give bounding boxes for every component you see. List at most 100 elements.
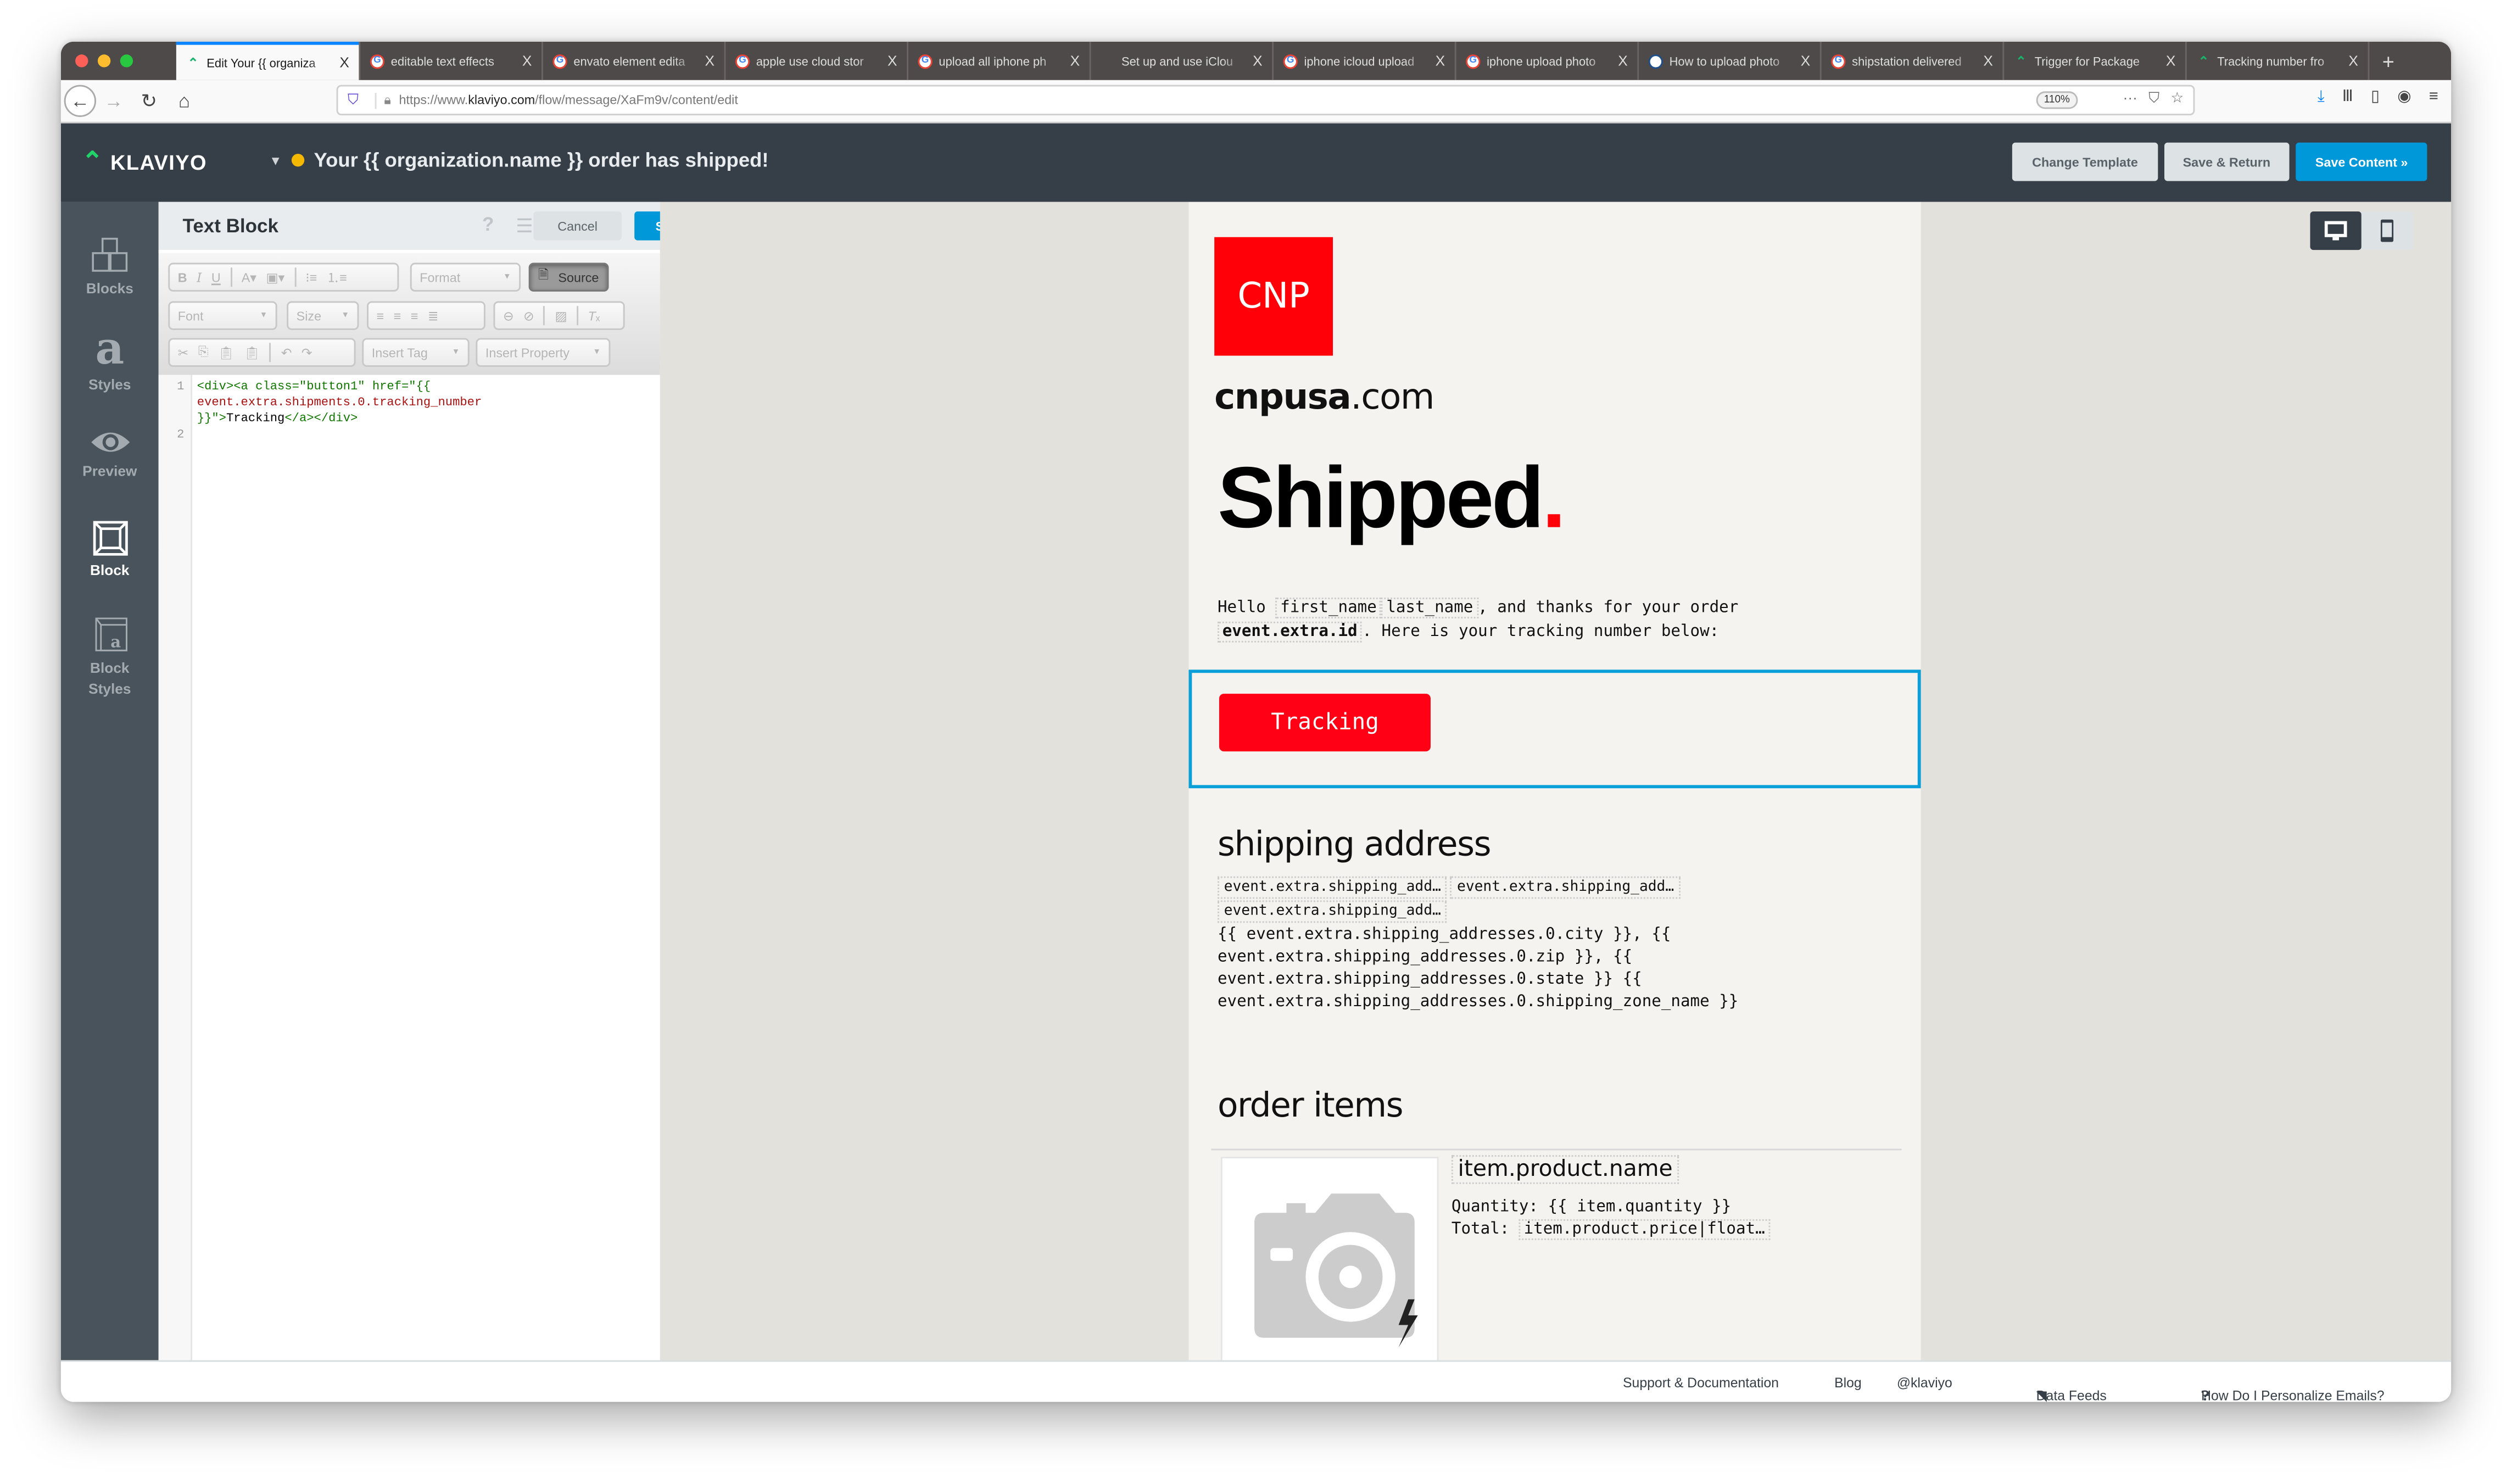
close-tab-icon[interactable]: X xyxy=(887,53,897,69)
copy-button[interactable]: ⎘ xyxy=(198,344,209,360)
new-tab-button[interactable]: + xyxy=(2368,41,2407,80)
mobile-view-button[interactable] xyxy=(2361,211,2413,250)
close-tab-icon[interactable]: X xyxy=(1801,53,1811,69)
italic-button[interactable]: I xyxy=(197,270,202,284)
page-actions-icon[interactable]: ··· xyxy=(2123,90,2137,107)
bulleted-list-button[interactable]: ⁝≡ xyxy=(305,270,317,284)
align-center-button[interactable]: ≡ xyxy=(394,309,401,323)
bookmark-star-icon[interactable]: ☆ xyxy=(2170,90,2184,107)
browser-tab[interactable]: Genvato element edita X xyxy=(541,41,724,80)
lock-icon[interactable]: 🔒︎ xyxy=(374,92,391,108)
size-dropdown[interactable]: Size ▼ xyxy=(287,301,359,330)
browser-tab[interactable]: Gupload all iphone ph X xyxy=(907,41,1090,80)
bold-button[interactable]: B xyxy=(178,270,187,284)
unlink-button[interactable]: ⊘ xyxy=(523,309,534,323)
shipping-address-heading[interactable]: shipping address xyxy=(1218,825,1492,863)
item-details[interactable]: Quantity: {{ item.quantity }} Total: ite… xyxy=(1452,1197,1770,1242)
change-template-button[interactable]: Change Template xyxy=(2013,142,2157,181)
close-tab-icon[interactable]: X xyxy=(1436,53,1445,69)
format-dropdown[interactable]: Format ▼ xyxy=(410,263,521,292)
align-left-button[interactable]: ≡ xyxy=(377,309,384,323)
cnp-logo[interactable]: CNP xyxy=(1214,237,1333,356)
blog-link[interactable]: Blog xyxy=(1834,1375,1862,1391)
forward-button[interactable]: → xyxy=(96,90,131,112)
browser-tab[interactable]: ⌃ Trigger for Package X xyxy=(2002,41,2185,80)
close-tab-icon[interactable]: X xyxy=(339,54,349,70)
redo-button[interactable]: ↷ xyxy=(302,345,312,360)
browser-tab[interactable]: Geditable text effects X xyxy=(359,41,542,80)
browser-tab[interactable]: How to upload photo X xyxy=(1637,41,1820,80)
tracking-shield-icon[interactable]: ⛉ xyxy=(348,91,359,109)
background-color-button[interactable]: ▣▾ xyxy=(266,270,285,284)
close-tab-icon[interactable]: X xyxy=(2348,53,2358,69)
shipping-address-block[interactable]: event.extra.shipping_add… event.extra.shi… xyxy=(1217,876,1906,1014)
address-bar[interactable]: ⛉ 🔒︎ https://www. klaviyo.com/flow/messag… xyxy=(336,85,2195,116)
intro-text[interactable]: Hello first_name last_name, and thanks fo… xyxy=(1217,596,1858,644)
insert-tag-dropdown[interactable]: Insert Tag ▼ xyxy=(362,338,470,367)
cancel-button[interactable]: Cancel xyxy=(533,211,622,241)
selected-text-block[interactable]: Tracking xyxy=(1188,670,1921,789)
caret-down-icon[interactable]: ▼ xyxy=(269,153,282,168)
panel-menu-icon[interactable]: ☰ xyxy=(516,215,533,237)
rail-item-block[interactable]: Block xyxy=(61,519,159,578)
close-tab-icon[interactable]: X xyxy=(1070,53,1080,69)
source-code-editor[interactable]: 1 2 <div><a class="button1" href="{{ eve… xyxy=(158,375,660,1362)
menu-icon[interactable]: ≡ xyxy=(2429,88,2438,105)
site-name[interactable]: cnpusa.com xyxy=(1214,378,1434,418)
paste-button[interactable]: 📋︎ xyxy=(218,345,235,360)
close-tab-icon[interactable]: X xyxy=(1983,53,1993,69)
message-title[interactable]: ▼ Your {{ organization.name }} order has… xyxy=(269,149,768,171)
product-name-variable[interactable]: item.product.name xyxy=(1451,1155,1679,1184)
order-items-heading[interactable]: order items xyxy=(1218,1086,1404,1125)
zoom-level[interactable]: 110% xyxy=(2036,91,2078,109)
reload-button[interactable]: ↻ xyxy=(131,90,166,112)
remove-format-button[interactable]: Tₓ xyxy=(588,309,600,323)
undo-button[interactable]: ↶ xyxy=(281,345,292,360)
align-right-button[interactable]: ≡ xyxy=(411,309,418,323)
support-link[interactable]: Support & Documentation xyxy=(1623,1375,1779,1391)
product-image-placeholder[interactable] xyxy=(1220,1157,1439,1362)
close-tab-icon[interactable]: X xyxy=(1618,53,1628,69)
tracking-button[interactable]: Tracking xyxy=(1219,694,1431,752)
save-content-button[interactable]: Save Content » xyxy=(2296,142,2427,181)
library-icon[interactable]: Ⅲ xyxy=(2342,88,2353,105)
browser-tab[interactable]: Gshipstation delivered X xyxy=(1819,41,2003,80)
text-color-button[interactable]: A▾ xyxy=(242,270,256,284)
cut-button[interactable]: ✂ xyxy=(178,345,189,360)
source-button[interactable]: 🗎︎ Source xyxy=(528,263,609,292)
sidebar-icon[interactable]: ▯ xyxy=(2371,88,2380,105)
image-button[interactable]: ▨ xyxy=(555,309,567,323)
rail-item-blocks[interactable]: Blocks xyxy=(61,237,159,297)
help-icon[interactable]: ? xyxy=(482,213,494,236)
rail-item-preview[interactable]: Preview xyxy=(61,426,159,479)
desktop-view-button[interactable] xyxy=(2310,211,2362,250)
maximize-window-button[interactable] xyxy=(120,54,133,68)
close-tab-icon[interactable]: X xyxy=(1253,53,1263,69)
minimize-window-button[interactable] xyxy=(97,54,111,68)
numbered-list-button[interactable]: ⒈≡ xyxy=(327,269,347,286)
close-tab-icon[interactable]: X xyxy=(2166,53,2176,69)
twitter-link[interactable]: @klaviyo xyxy=(1897,1375,1952,1391)
browser-tab[interactable]: Giphone upload photo X xyxy=(1454,41,1638,80)
browser-tab[interactable]: ⌃ Edit Your {{ organiza X xyxy=(176,41,359,80)
headline[interactable]: Shipped. xyxy=(1218,449,1566,548)
link-button[interactable]: ⊖ xyxy=(503,309,514,323)
close-window-button[interactable] xyxy=(75,54,88,68)
download-icon[interactable]: ⤓ xyxy=(2318,88,2325,105)
rail-item-block-styles[interactable]: a Block Styles xyxy=(61,615,159,700)
underline-button[interactable]: U xyxy=(211,270,221,284)
back-button[interactable]: ← xyxy=(64,85,97,117)
browser-tab[interactable]: Gapple use cloud stor X xyxy=(724,41,907,80)
browser-tab[interactable]: ⌃ Tracking number fro X xyxy=(2185,41,2368,80)
home-button[interactable]: ⌂ xyxy=(166,90,202,112)
close-tab-icon[interactable]: X xyxy=(705,53,714,69)
browser-tab[interactable]: Set up and use iClou X xyxy=(1089,41,1272,80)
close-tab-icon[interactable]: X xyxy=(522,53,532,69)
pocket-icon[interactable]: ⛉ xyxy=(2148,90,2159,107)
font-dropdown[interactable]: Font ▼ xyxy=(168,301,277,330)
insert-property-dropdown[interactable]: Insert Property ▼ xyxy=(476,338,611,367)
account-icon[interactable]: ◉ xyxy=(2397,88,2411,105)
save-return-button[interactable]: Save & Return xyxy=(2163,142,2290,181)
browser-tab[interactable]: Giphone icloud upload X xyxy=(1272,41,1455,80)
justify-button[interactable]: ≣ xyxy=(428,309,439,323)
